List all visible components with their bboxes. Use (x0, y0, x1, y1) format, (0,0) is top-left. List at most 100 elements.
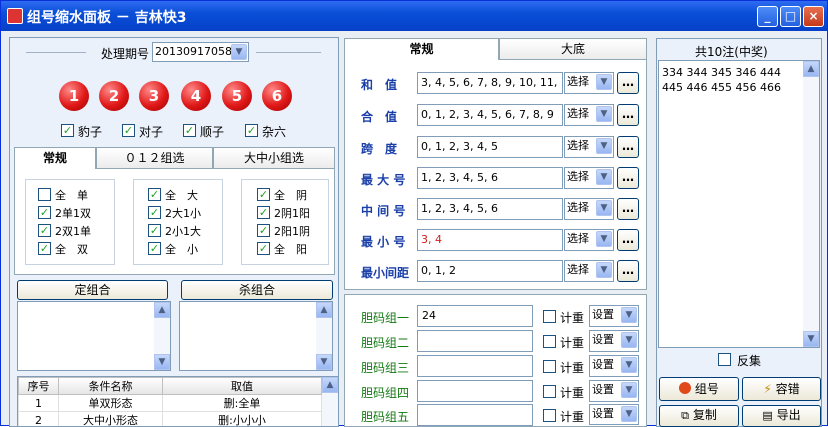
select-dropdown[interactable]: 选择▼ (564, 260, 614, 282)
scroll-up-icon[interactable]: ▲ (322, 377, 338, 393)
ball-4[interactable]: 4 (181, 81, 211, 111)
setting-select[interactable]: 设置▼ (589, 330, 639, 352)
ellipsis-button[interactable]: … (617, 198, 639, 220)
tab-dadi[interactable]: 大底 (499, 38, 647, 60)
group-field[interactable]: 24 (417, 305, 533, 327)
chevron-down-icon[interactable]: ▼ (231, 44, 247, 60)
close-button[interactable]: × (803, 6, 824, 27)
ellipsis-button[interactable]: … (617, 167, 639, 189)
group-button[interactable]: 组号 (659, 377, 739, 401)
ball-3[interactable]: 3 (139, 81, 169, 111)
chevron-down-icon[interactable]: ▼ (621, 382, 637, 398)
scrollbar[interactable]: ▲ ▼ (316, 302, 332, 370)
kill-combo-button[interactable]: 杀组合 (181, 280, 333, 300)
scroll-down-icon[interactable]: ▼ (154, 354, 170, 370)
select-dropdown[interactable]: 选择▼ (564, 136, 614, 158)
setting-select[interactable]: 设置▼ (589, 355, 639, 377)
ellipsis-button[interactable]: … (617, 229, 639, 251)
count-checkbox[interactable] (543, 310, 556, 323)
period-select[interactable]: 20130917058 ▼ (152, 42, 249, 62)
condition-table[interactable]: 序号 条件名称 取值 1 单双形态 删:全单 2 大中小形态 删:小小小 ▲ (17, 376, 339, 427)
group-field[interactable] (417, 404, 533, 426)
scrollbar[interactable]: ▲ (322, 377, 338, 426)
setting-select[interactable]: 设置▼ (589, 305, 639, 327)
count-checkbox[interactable] (543, 409, 556, 422)
checkbox-duizi[interactable]: ✓ (122, 124, 135, 137)
setting-select[interactable]: 设置▼ (589, 380, 639, 402)
chevron-down-icon[interactable]: ▼ (596, 74, 612, 90)
copy-button[interactable]: ⧉ 复制 (659, 405, 739, 427)
checkbox-shunzi[interactable]: ✓ (183, 124, 196, 137)
kill-combo-list[interactable]: ▲ ▼ (179, 301, 333, 371)
checkbox-2big1small[interactable]: ✓ (148, 206, 161, 219)
checkbox-2odd1even[interactable]: ✓ (38, 206, 51, 219)
count-checkbox[interactable] (543, 385, 556, 398)
chevron-down-icon[interactable]: ▼ (621, 332, 637, 348)
group-field[interactable] (417, 355, 533, 377)
tolerance-button[interactable]: ⚡ 容错 (742, 377, 821, 401)
group-field[interactable] (417, 380, 533, 402)
chevron-down-icon[interactable]: ▼ (596, 106, 612, 122)
select-dropdown[interactable]: 选择▼ (564, 198, 614, 220)
chevron-down-icon[interactable]: ▼ (621, 307, 637, 323)
scroll-up-icon[interactable]: ▲ (316, 302, 332, 318)
chevron-down-icon[interactable]: ▼ (596, 169, 612, 185)
ball-1[interactable]: 1 (59, 81, 89, 111)
fixed-combo-list[interactable]: ▲ ▼ (17, 301, 171, 371)
group-field[interactable] (417, 330, 533, 352)
col-header[interactable]: 取值 (163, 378, 322, 395)
condition-field[interactable]: 3, 4, 5, 6, 7, 8, 9, 10, 11, 12, (417, 72, 563, 94)
checkbox-all-even[interactable]: ✓ (38, 242, 51, 255)
condition-field[interactable]: 3, 4 (417, 229, 563, 251)
checkbox-all-odd[interactable] (38, 188, 51, 201)
tab-regular[interactable]: 常规 (14, 147, 96, 169)
select-dropdown[interactable]: 选择▼ (564, 229, 614, 251)
chevron-down-icon[interactable]: ▼ (596, 262, 612, 278)
result-list[interactable]: 334 344 345 346 444 445 446 455 456 466 … (658, 60, 820, 348)
count-checkbox[interactable] (543, 360, 556, 373)
count-checkbox[interactable] (543, 335, 556, 348)
export-button[interactable]: ▤ 导出 (742, 405, 821, 427)
scroll-up-icon[interactable]: ▲ (154, 302, 170, 318)
condition-field[interactable]: 0, 1, 2, 3, 4, 5, 6, 7, 8, 9 (417, 104, 563, 126)
scroll-up-icon[interactable]: ▲ (803, 61, 819, 77)
ellipsis-button[interactable]: … (617, 136, 639, 158)
chevron-down-icon[interactable]: ▼ (596, 231, 612, 247)
maximize-button[interactable]: □ (780, 6, 801, 27)
chevron-down-icon[interactable]: ▼ (596, 200, 612, 216)
col-header[interactable]: 条件名称 (59, 378, 163, 395)
ball-5[interactable]: 5 (222, 81, 252, 111)
chevron-down-icon[interactable]: ▼ (621, 406, 637, 422)
chevron-down-icon[interactable]: ▼ (596, 138, 612, 154)
condition-field[interactable]: 0, 1, 2 (417, 260, 563, 282)
condition-field[interactable]: 0, 1, 2, 3, 4, 5 (417, 136, 563, 158)
table-row[interactable]: 1 单双形态 删:全单 (19, 395, 322, 412)
ellipsis-button[interactable]: … (617, 72, 639, 94)
scroll-down-icon[interactable]: ▼ (316, 354, 332, 370)
checkbox-2yang1yin[interactable]: ✓ (257, 224, 270, 237)
condition-field[interactable]: 1, 2, 3, 4, 5, 6 (417, 167, 563, 189)
select-dropdown[interactable]: 选择▼ (564, 104, 614, 126)
ellipsis-button[interactable]: … (617, 260, 639, 282)
scrollbar[interactable]: ▲ ▼ (154, 302, 170, 370)
checkbox-all-small[interactable]: ✓ (148, 242, 161, 255)
checkbox-all-yang[interactable]: ✓ (257, 242, 270, 255)
col-header[interactable]: 序号 (19, 378, 59, 395)
checkbox-2yin1yang[interactable]: ✓ (257, 206, 270, 219)
checkbox-baozi[interactable]: ✓ (61, 124, 74, 137)
select-dropdown[interactable]: 选择▼ (564, 167, 614, 189)
setting-select[interactable]: 设置▼ (589, 404, 639, 425)
checkbox-2even1odd[interactable]: ✓ (38, 224, 51, 237)
invert-checkbox[interactable] (718, 353, 731, 366)
fixed-combo-button[interactable]: 定组合 (17, 280, 168, 300)
chevron-down-icon[interactable]: ▼ (621, 357, 637, 373)
minimize-button[interactable]: _ (757, 6, 778, 27)
tab-012-group[interactable]: ０１２组选 (96, 147, 213, 169)
checkbox-all-big[interactable]: ✓ (148, 188, 161, 201)
ball-2[interactable]: 2 (99, 81, 129, 111)
scroll-down-icon[interactable]: ▼ (803, 331, 819, 347)
ellipsis-button[interactable]: … (617, 104, 639, 126)
checkbox-zaliu[interactable]: ✓ (245, 124, 258, 137)
table-row[interactable]: 2 大中小形态 删:小小小 (19, 412, 322, 427)
checkbox-2small1big[interactable]: ✓ (148, 224, 161, 237)
